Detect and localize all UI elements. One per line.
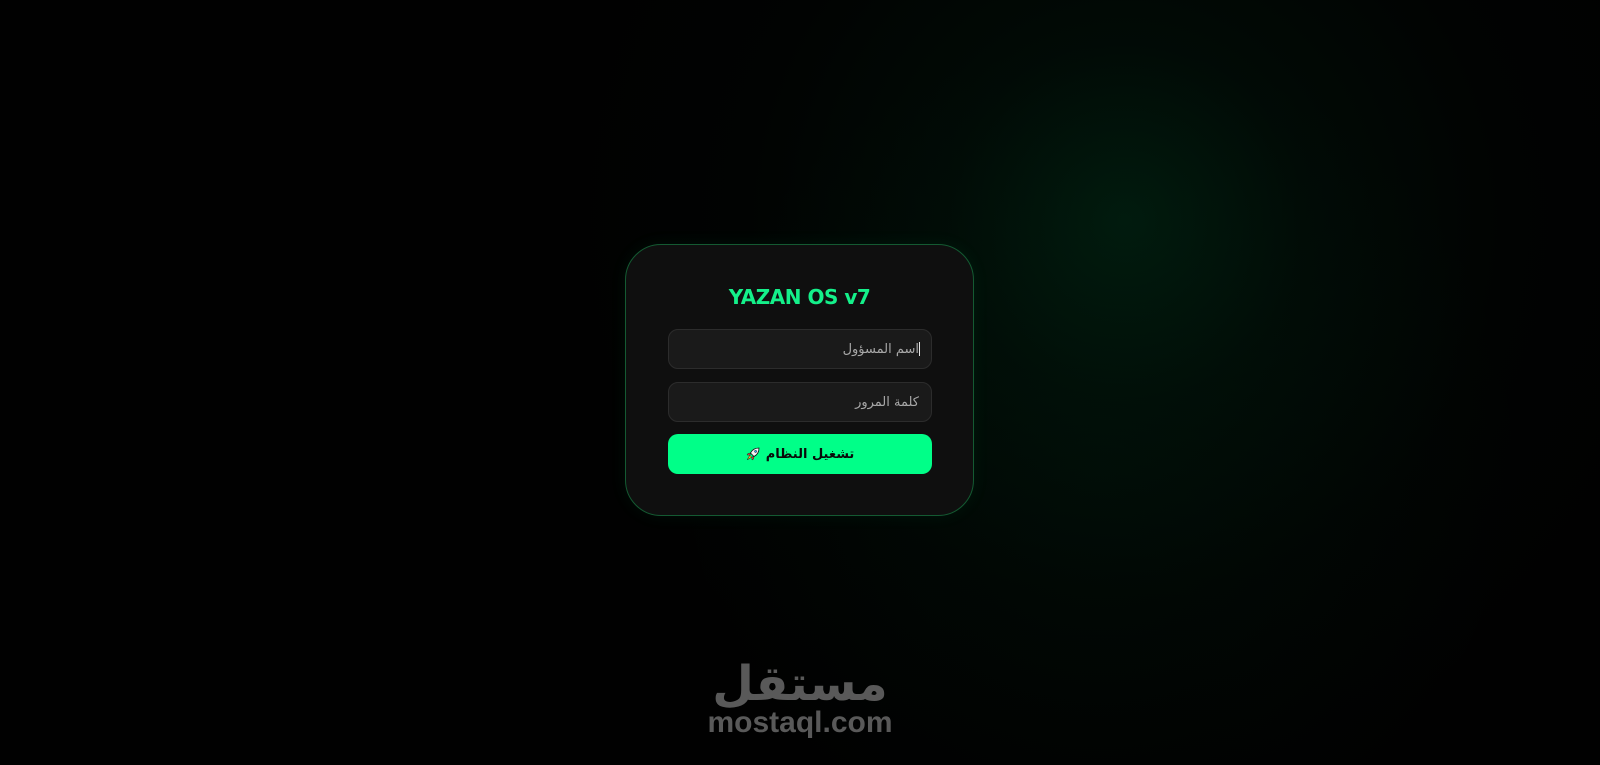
app-title: YAZAN OS v7 [728,285,871,309]
text-caret [919,342,920,356]
start-system-label: تشغيل النظام [765,446,855,462]
login-screen: YAZAN OS v7 تشغيل النظام مستقل mostaql.c… [0,0,1600,765]
login-card: YAZAN OS v7 تشغيل النظام [625,244,974,516]
rocket-icon [746,447,760,461]
watermark: مستقل mostaql.com [0,656,1600,740]
watermark-latin: mostaql.com [707,706,893,739]
username-input[interactable] [668,329,932,369]
password-input[interactable] [668,382,932,422]
watermark-arabic: مستقل [712,656,888,712]
start-system-button[interactable]: تشغيل النظام [668,434,932,474]
